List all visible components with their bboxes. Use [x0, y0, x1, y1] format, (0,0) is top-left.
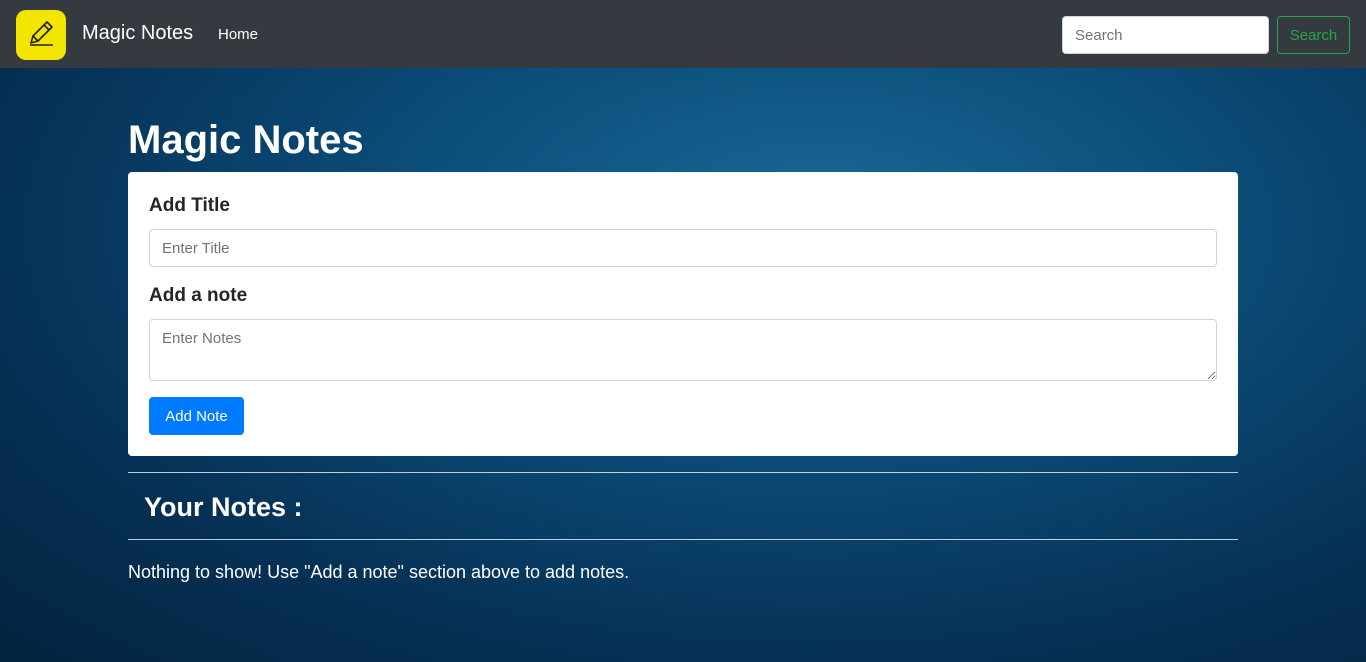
brand-name[interactable]: Magic Notes: [82, 22, 193, 45]
nav-home-link[interactable]: Home: [218, 26, 258, 43]
add-note-button[interactable]: Add Note: [149, 397, 244, 435]
pencil-icon: [26, 18, 56, 53]
divider-top: [128, 472, 1238, 473]
add-note-card: Add Title Add a note Add Note: [128, 172, 1238, 456]
search-input[interactable]: [1062, 16, 1269, 54]
title-input[interactable]: [149, 229, 1217, 267]
search-button[interactable]: Search: [1277, 16, 1350, 54]
empty-notes-message: Nothing to show! Use "Add a note" sectio…: [128, 562, 630, 582]
page-title: Magic Notes: [128, 118, 364, 162]
navbar: Magic Notes Home Search: [0, 0, 1366, 68]
notes-heading: Your Notes :: [144, 492, 303, 522]
divider-bottom: [128, 539, 1238, 540]
brand-logo[interactable]: [16, 10, 66, 60]
notes-textarea[interactable]: [149, 319, 1217, 381]
title-label: Add Title: [149, 195, 230, 216]
note-label: Add a note: [149, 285, 248, 306]
